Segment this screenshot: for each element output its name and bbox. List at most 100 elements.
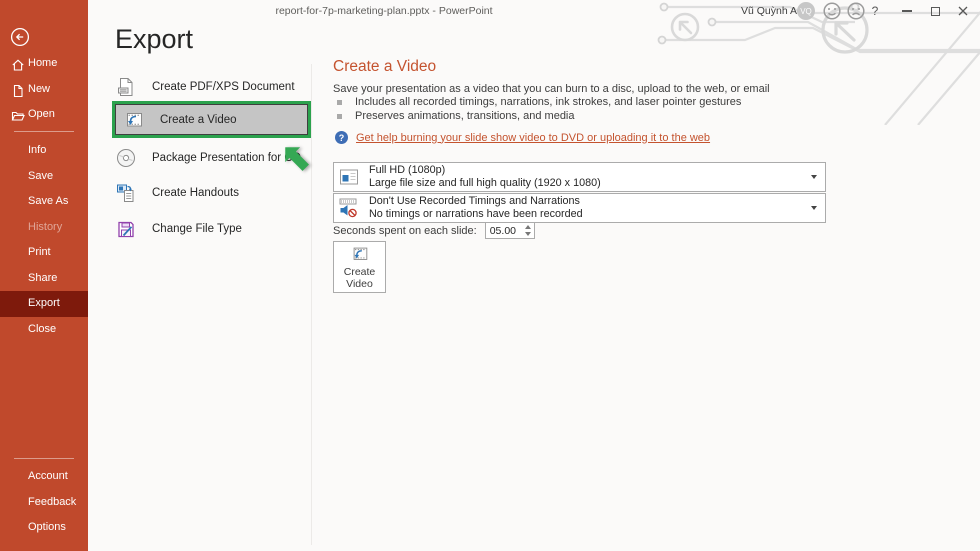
- help-button[interactable]: ?: [862, 0, 888, 22]
- sidebar-item-account[interactable]: Account: [0, 464, 88, 490]
- dropdown-secondary-text: Large file size and full high quality (1…: [369, 177, 601, 190]
- export-option-label: Create a Video: [160, 114, 237, 126]
- feature-bullet: Preserves animations, transitions, and m…: [337, 110, 575, 122]
- cd-icon: [115, 147, 137, 169]
- back-button[interactable]: [10, 27, 30, 47]
- export-option-label: Create Handouts: [152, 187, 239, 199]
- sidebar-item-save[interactable]: Save: [0, 164, 88, 190]
- smile-icon: [822, 1, 842, 21]
- sidebar-item-label: Print: [28, 246, 51, 258]
- feature-bullet: Includes all recorded timings, narration…: [337, 96, 741, 108]
- change-file-type-icon: [115, 218, 137, 240]
- export-option-change-file-type[interactable]: Change File Type: [115, 218, 242, 240]
- dropdown-text: Don't Use Recorded Timings and Narration…: [369, 195, 583, 221]
- seconds-per-slide-row: Seconds spent on each slide:: [333, 222, 535, 239]
- sidebar-item-label: Info: [28, 144, 46, 156]
- arrow-up-icon: [278, 140, 313, 175]
- account-initials: VQ: [800, 7, 812, 16]
- sidebar-item-label: Export: [28, 297, 60, 309]
- sidebar-divider: [14, 458, 74, 459]
- panel-divider: [311, 64, 312, 545]
- sidebar-item-history: History: [0, 215, 88, 241]
- sidebar-item-save-as[interactable]: Save As: [0, 189, 88, 215]
- create-video-label-line2: Video: [346, 278, 373, 290]
- maximize-icon: [931, 7, 940, 16]
- chevron-down-icon: [811, 175, 817, 179]
- sidebar-item-new[interactable]: New: [0, 77, 88, 103]
- export-option-label: Change File Type: [152, 223, 242, 235]
- sidebar-divider: [14, 131, 74, 132]
- feedback-smile-button[interactable]: [822, 1, 842, 21]
- video-quality-dropdown[interactable]: Full HD (1080p) Large file size and full…: [333, 162, 826, 192]
- question-glyph: ?: [339, 133, 345, 143]
- spinner-buttons[interactable]: [525, 225, 531, 236]
- sidebar-item-label: Close: [28, 323, 56, 335]
- dropdown-text: Full HD (1080p) Large file size and full…: [369, 164, 601, 190]
- back-arrow-icon: [10, 27, 30, 47]
- sidebar-item-close[interactable]: Close: [0, 317, 88, 343]
- sidebar-item-label: Feedback: [28, 496, 76, 508]
- seconds-label: Seconds spent on each slide:: [333, 225, 477, 237]
- sidebar-item-label: Share: [28, 272, 57, 284]
- home-icon: [11, 57, 25, 71]
- window-title: report-for-7p-marketing-plan.pptx - Powe…: [88, 5, 680, 17]
- sidebar-item-label: Home: [28, 57, 57, 69]
- seconds-input[interactable]: [490, 225, 518, 237]
- export-option-pdf-xps[interactable]: Create PDF/XPS Document: [115, 76, 295, 98]
- video-icon: [123, 109, 145, 131]
- sidebar-item-share[interactable]: Share: [0, 266, 88, 292]
- bullet-text: Includes all recorded timings, narration…: [355, 96, 741, 108]
- close-icon: [958, 6, 968, 16]
- sidebar-item-feedback[interactable]: Feedback: [0, 490, 88, 516]
- minimize-button[interactable]: [894, 0, 920, 22]
- powerpoint-backstage-window: report-for-7p-marketing-plan.pptx - Powe…: [0, 0, 980, 551]
- display-quality-icon: [338, 166, 360, 188]
- sidebar-item-label: Options: [28, 521, 66, 533]
- sidebar-item-export[interactable]: Export: [0, 291, 88, 317]
- export-option-create-video[interactable]: Create a Video: [115, 104, 308, 135]
- help-link[interactable]: Get help burning your slide show video t…: [356, 132, 710, 144]
- chevron-down-icon: [811, 206, 817, 210]
- dropdown-primary-text: Don't Use Recorded Timings and Narration…: [369, 195, 583, 208]
- bullet-text: Preserves animations, transitions, and m…: [355, 110, 575, 122]
- sidebar-item-label: Save: [28, 170, 53, 182]
- handouts-icon: [115, 182, 137, 204]
- spinner-down-icon[interactable]: [525, 232, 531, 236]
- bullet-square-icon: [337, 100, 342, 105]
- sidebar-item-options[interactable]: Options: [0, 515, 88, 541]
- question-icon: ?: [872, 4, 879, 18]
- video-icon: [350, 244, 370, 264]
- minimize-icon: [902, 10, 912, 11]
- help-circle-icon: ?: [335, 131, 348, 144]
- page-title: Export: [115, 24, 193, 55]
- maximize-button[interactable]: [922, 0, 948, 22]
- sidebar-item-home[interactable]: Home: [0, 51, 88, 77]
- export-option-package-cd[interactable]: Package Presentation for CD: [115, 147, 301, 169]
- no-narration-icon: [338, 197, 360, 219]
- sidebar-item-label: Save As: [28, 195, 68, 207]
- open-folder-icon: [11, 108, 25, 122]
- export-option-label: Create PDF/XPS Document: [152, 81, 295, 93]
- bullet-square-icon: [337, 114, 342, 119]
- create-video-button[interactable]: Create Video: [333, 241, 386, 293]
- sidebar-item-label: History: [28, 221, 62, 233]
- export-option-create-handouts[interactable]: Create Handouts: [115, 182, 239, 204]
- sidebar-item-label: Account: [28, 470, 68, 482]
- green-arrow-annotation: [278, 140, 313, 175]
- account-avatar[interactable]: VQ: [797, 2, 815, 20]
- spinner-up-icon[interactable]: [525, 225, 531, 229]
- new-document-icon: [11, 83, 25, 97]
- backstage-sidebar: Home New Open Info Save Save As History …: [0, 0, 88, 551]
- dropdown-secondary-text: No timings or narrations have been recor…: [369, 208, 583, 221]
- sidebar-item-info[interactable]: Info: [0, 138, 88, 164]
- sidebar-item-print[interactable]: Print: [0, 240, 88, 266]
- sidebar-item-label: New: [28, 83, 50, 95]
- create-video-label-line1: Create: [344, 266, 376, 278]
- close-button[interactable]: [950, 0, 976, 22]
- pdf-document-icon: [115, 76, 137, 98]
- seconds-spinner[interactable]: [485, 222, 535, 239]
- help-link-row: ? Get help burning your slide show video…: [335, 131, 710, 144]
- timings-narrations-dropdown[interactable]: Don't Use Recorded Timings and Narration…: [333, 193, 826, 223]
- sidebar-item-open[interactable]: Open: [0, 102, 88, 128]
- sidebar-item-label: Open: [28, 108, 55, 120]
